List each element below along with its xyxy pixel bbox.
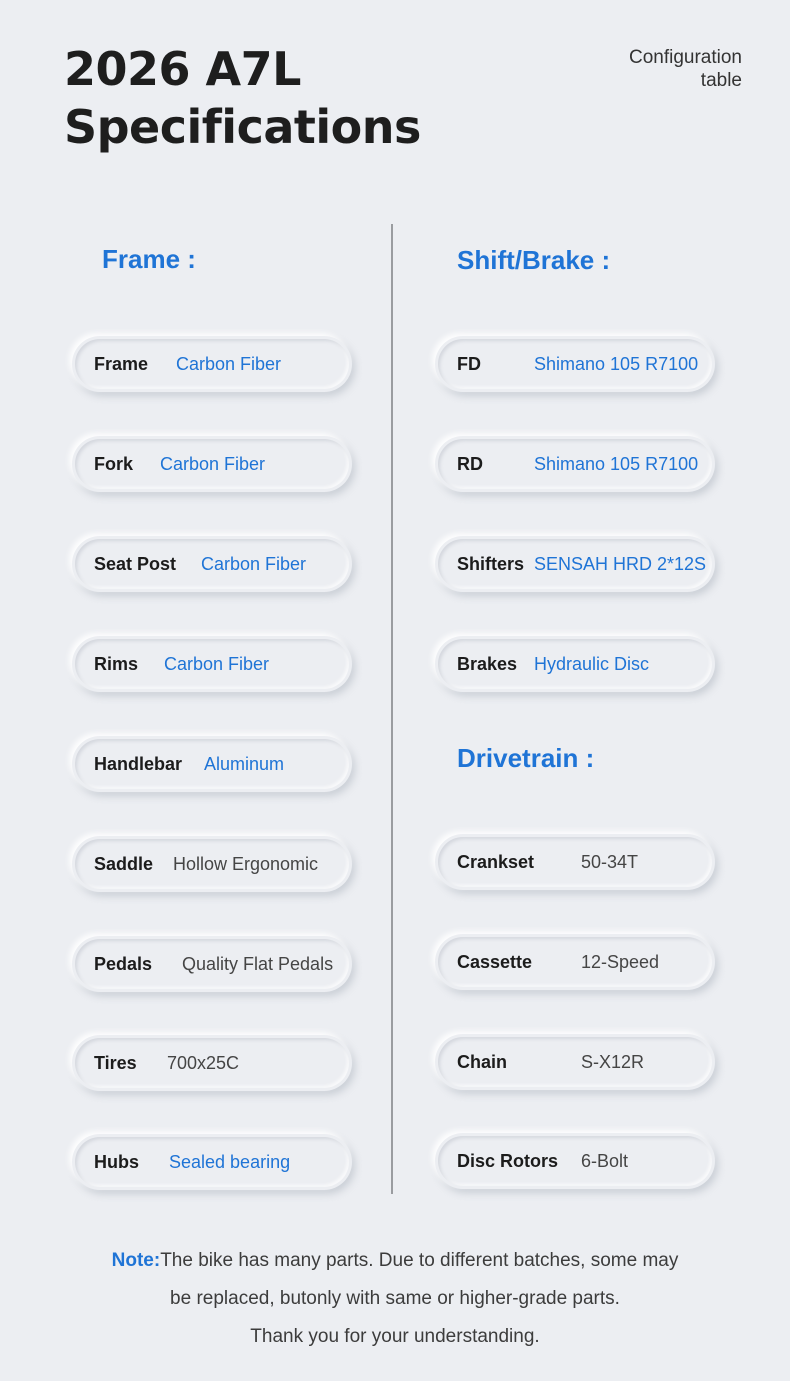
spec-value: Aluminum — [204, 753, 285, 774]
spec-label: FD — [457, 353, 481, 374]
spec-label: Seat Post — [94, 553, 177, 574]
spec-value: S-X12R — [581, 1051, 645, 1072]
title-line-1: 2026 A7L — [64, 42, 301, 96]
spec-label: Disc Rotors — [457, 1150, 559, 1171]
spec-row-pedals: Pedals Quality Flat Pedals — [72, 936, 352, 992]
spec-value: Quality Flat Pedals — [182, 953, 334, 974]
footer-note: Note:The bike has many parts. Due to dif… — [0, 1242, 790, 1356]
spec-label: Pedals — [94, 953, 153, 974]
spec-label: Saddle — [94, 853, 154, 874]
spec-label: Chain — [457, 1051, 508, 1072]
note-line-1: Note:The bike has many parts. Due to dif… — [0, 1242, 790, 1280]
spec-row-chain: Chain S-X12R — [435, 1034, 715, 1090]
spec-label: Handlebar — [94, 753, 183, 774]
spec-value: Carbon Fiber — [160, 453, 266, 474]
spec-value: 50-34T — [581, 851, 639, 872]
section-title-drivetrain: Drivetrain : — [457, 743, 595, 773]
title-line-2: Specifications — [64, 100, 421, 154]
note-text-1: The bike has many parts. Due to differen… — [160, 1250, 679, 1271]
spec-value: SENSAH HRD 2*12S — [534, 553, 707, 574]
spec-value: Shimano 105 R7100 — [534, 353, 699, 374]
spec-label: Tires — [94, 1052, 137, 1073]
spec-row-saddle: Saddle Hollow Ergonomic — [72, 836, 352, 892]
spec-value: Shimano 105 R7100 — [534, 453, 699, 474]
spec-value: Sealed bearing — [169, 1151, 291, 1172]
spec-row-crankset: Crankset 50-34T — [435, 834, 715, 890]
spec-label: Frame — [94, 353, 149, 374]
spec-label: RD — [457, 453, 483, 474]
spec-row-tires: Tires 700x25C — [72, 1035, 352, 1091]
spec-value: 12-Speed — [581, 951, 660, 972]
spec-label: Hubs — [94, 1151, 139, 1172]
page-title: 2026 A7L Specifications — [64, 40, 421, 156]
page-subtitle: Configuration table — [629, 46, 742, 92]
spec-row-rims: Rims Carbon Fiber — [72, 636, 352, 692]
spec-row-fd: FD Shimano 105 R7100 — [435, 336, 715, 392]
spec-row-brakes: Brakes Hydraulic Disc — [435, 636, 715, 692]
spec-value: 700x25C — [167, 1052, 240, 1073]
spec-row-frame: Frame Carbon Fiber — [72, 336, 352, 392]
spec-row-seat-post: Seat Post Carbon Fiber — [72, 536, 352, 592]
section-title-shift-brake: Shift/Brake : — [457, 245, 611, 275]
subtitle-line-2: table — [700, 70, 742, 91]
spec-row-fork: Fork Carbon Fiber — [72, 436, 352, 492]
spec-row-cassette: Cassette 12-Speed — [435, 934, 715, 990]
section-title-frame: Frame : — [102, 244, 196, 274]
note-line-3: Thank you for your understanding. — [250, 1326, 540, 1347]
spec-value: Hydraulic Disc — [534, 653, 650, 674]
spec-label: Rims — [94, 653, 139, 674]
note-label: Note: — [111, 1250, 161, 1271]
spec-value: Carbon Fiber — [164, 653, 270, 674]
spec-label: Fork — [94, 453, 134, 474]
spec-value: Carbon Fiber — [201, 553, 307, 574]
spec-value: Hollow Ergonomic — [173, 853, 319, 874]
spec-value: 6-Bolt — [581, 1150, 629, 1171]
spec-label: Brakes — [457, 653, 518, 674]
spec-label: Crankset — [457, 851, 535, 872]
spec-row-hubs: Hubs Sealed bearing — [72, 1134, 352, 1190]
spec-row-handlebar: Handlebar Aluminum — [72, 736, 352, 792]
spec-value: Carbon Fiber — [176, 353, 282, 374]
note-line-2: be replaced, butonly with same or higher… — [170, 1288, 620, 1309]
subtitle-line-1: Configuration — [628, 47, 742, 68]
spec-row-disc-rotors: Disc Rotors 6-Bolt — [435, 1133, 715, 1189]
spec-row-rd: RD Shimano 105 R7100 — [435, 436, 715, 492]
spec-row-shifters: Shifters SENSAH HRD 2*12S — [435, 536, 715, 592]
spec-label: Shifters — [457, 553, 525, 574]
spec-label: Cassette — [457, 951, 533, 972]
column-divider — [391, 224, 393, 1194]
